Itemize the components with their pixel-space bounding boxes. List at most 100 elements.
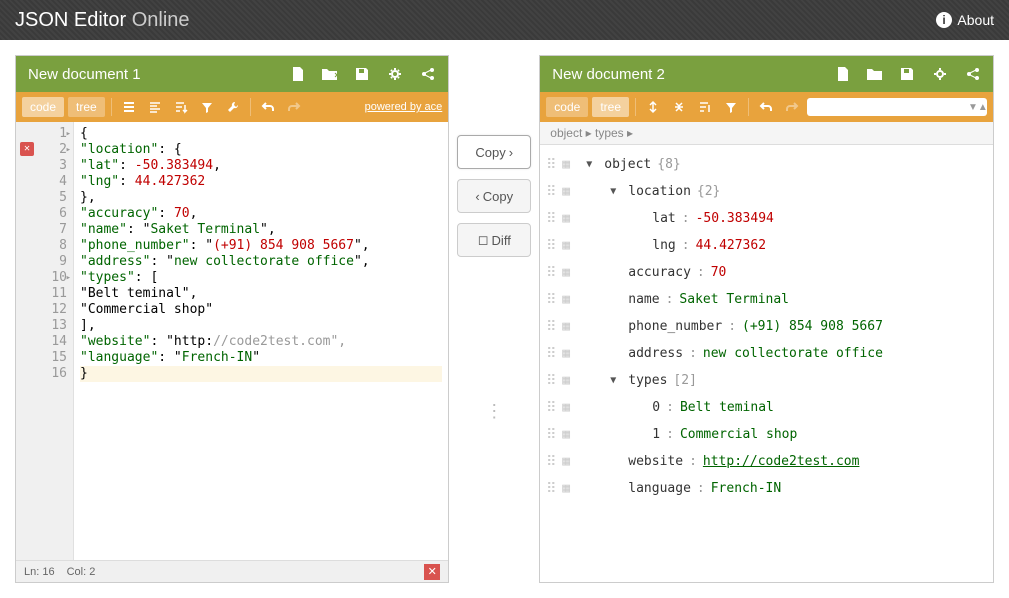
context-menu-icon[interactable]: ▦ [562,157,574,172]
repair-icon[interactable] [222,98,244,116]
search-input[interactable] [813,100,968,114]
drag-handle-icon[interactable]: ⠿ [544,265,556,281]
drag-handle-icon[interactable]: ⠿ [544,400,556,416]
tree-key[interactable]: name [628,292,659,307]
tree-key[interactable]: address [628,346,683,361]
filter-icon[interactable] [720,98,742,116]
tree-value[interactable]: -50.383494 [696,211,774,226]
context-menu-icon[interactable]: ▦ [562,454,574,469]
drag-handle-icon[interactable]: ⠿ [544,238,556,254]
tree-view[interactable]: ⠿▦▼object {8}⠿▦▼location {2}⠿▦lat : -50.… [540,145,993,582]
context-menu-icon[interactable]: ▦ [562,400,574,415]
tree-key[interactable]: location [628,184,691,199]
collapse-all-icon[interactable] [668,98,690,116]
redo-icon[interactable] [283,98,305,116]
open-folder-icon[interactable] [321,66,339,82]
sort-icon[interactable] [170,98,192,116]
drag-handle-icon[interactable]: ⠿ [544,319,556,335]
tree-key[interactable]: 1 [652,427,660,442]
context-menu-icon[interactable]: ▦ [562,373,574,388]
copy-right-button[interactable]: Copy › [457,135,531,169]
expand-all-icon[interactable] [642,98,664,116]
tree-row[interactable]: ⠿▦language : French-IN [544,475,989,502]
drag-handle-icon[interactable]: ⠿ [544,157,556,173]
drag-handle-icon[interactable]: ⠿ [544,292,556,308]
drag-handle-icon[interactable]: ⠿ [544,373,556,389]
tree-row[interactable]: ⠿▦address : new collectorate office [544,340,989,367]
tree-row[interactable]: ⠿▦lng : 44.427362 [544,232,989,259]
share-icon[interactable] [420,66,436,82]
format-icon[interactable] [118,98,140,116]
tree-value[interactable]: Belt teminal [680,400,774,415]
filter-icon[interactable] [196,98,218,116]
new-file-icon[interactable] [290,66,306,82]
share-icon[interactable] [965,66,981,82]
tree-row[interactable]: ⠿▦name : Saket Terminal [544,286,989,313]
search-box[interactable]: ▼▲ [807,98,987,116]
context-menu-icon[interactable]: ▦ [562,184,574,199]
context-menu-icon[interactable]: ▦ [562,265,574,280]
context-menu-icon[interactable]: ▦ [562,319,574,334]
drag-handle-icon[interactable]: ⠿ [544,211,556,227]
tree-row[interactable]: ⠿▦0 : Belt teminal [544,394,989,421]
tree-value[interactable]: (+91) 854 908 5667 [742,319,883,334]
drag-handle-icon[interactable]: ⠿ [544,427,556,443]
tree-row[interactable]: ⠿▦▼location {2} [544,178,989,205]
diff-button[interactable]: ◻ Diff [457,223,531,257]
tree-value[interactable]: new collectorate office [703,346,883,361]
tree-key[interactable]: accuracy [628,265,691,280]
tree-row[interactable]: ⠿▦phone_number : (+91) 854 908 5667 [544,313,989,340]
expand-icon[interactable]: ▼ [610,375,622,386]
search-dropdown-icon[interactable]: ▼▲ [968,102,988,113]
tree-key[interactable]: lat [652,211,675,226]
copy-left-button[interactable]: ‹ Copy [457,179,531,213]
tree-row[interactable]: ⠿▦▼object {8} [544,151,989,178]
tree-value[interactable]: Saket Terminal [679,292,789,307]
tree-row[interactable]: ⠿▦website : http://code2test.com [544,448,989,475]
drag-handle-icon[interactable]: ⠿ [544,481,556,497]
tree-value[interactable]: 44.427362 [696,238,766,253]
drag-handle-icon[interactable]: ⠿ [544,184,556,200]
tree-value[interactable]: 70 [711,265,727,280]
context-menu-icon[interactable]: ▦ [562,211,574,226]
tree-row[interactable]: ⠿▦accuracy : 70 [544,259,989,286]
about-link[interactable]: i About [936,12,994,28]
context-menu-icon[interactable]: ▦ [562,346,574,361]
error-indicator[interactable]: ✕ [424,564,440,580]
more-options-icon[interactable]: ⋮ [485,407,503,415]
settings-icon[interactable] [387,66,405,82]
tree-row[interactable]: ⠿▦1 : Commercial shop [544,421,989,448]
undo-icon[interactable] [257,98,279,116]
mode-tree-button[interactable]: tree [68,97,105,117]
open-folder-icon[interactable] [866,66,884,82]
save-icon[interactable] [354,66,372,82]
tree-key[interactable]: 0 [652,400,660,415]
drag-handle-icon[interactable]: ⠿ [544,346,556,362]
settings-icon[interactable] [932,66,950,82]
tree-key[interactable]: object [604,157,651,172]
sort-icon[interactable] [694,98,716,116]
save-icon[interactable] [899,66,917,82]
right-doc-title[interactable]: New document 2 [552,66,665,83]
tree-key[interactable]: types [628,373,667,388]
context-menu-icon[interactable]: ▦ [562,427,574,442]
drag-handle-icon[interactable]: ⠿ [544,454,556,470]
tree-key[interactable]: phone_number [628,319,722,334]
context-menu-icon[interactable]: ▦ [562,292,574,307]
powered-by-link[interactable]: powered by ace [365,101,443,113]
code-lines[interactable]: {"location": {"lat": -50.383494,"lng": 4… [74,122,448,560]
breadcrumb[interactable]: object ▸ types ▸ [540,122,993,145]
tree-key[interactable]: website [628,454,683,469]
new-file-icon[interactable] [835,66,851,82]
context-menu-icon[interactable]: ▦ [562,481,574,496]
expand-icon[interactable]: ▼ [610,186,622,197]
context-menu-icon[interactable]: ▦ [562,238,574,253]
tree-value[interactable]: http://code2test.com [703,454,860,469]
tree-key[interactable]: language [628,481,691,496]
undo-icon[interactable] [755,98,777,116]
tree-value[interactable]: Commercial shop [680,427,797,442]
tree-row[interactable]: ⠿▦▼types [2] [544,367,989,394]
left-doc-title[interactable]: New document 1 [28,66,141,83]
redo-icon[interactable] [781,98,803,116]
tree-key[interactable]: lng [652,238,675,253]
